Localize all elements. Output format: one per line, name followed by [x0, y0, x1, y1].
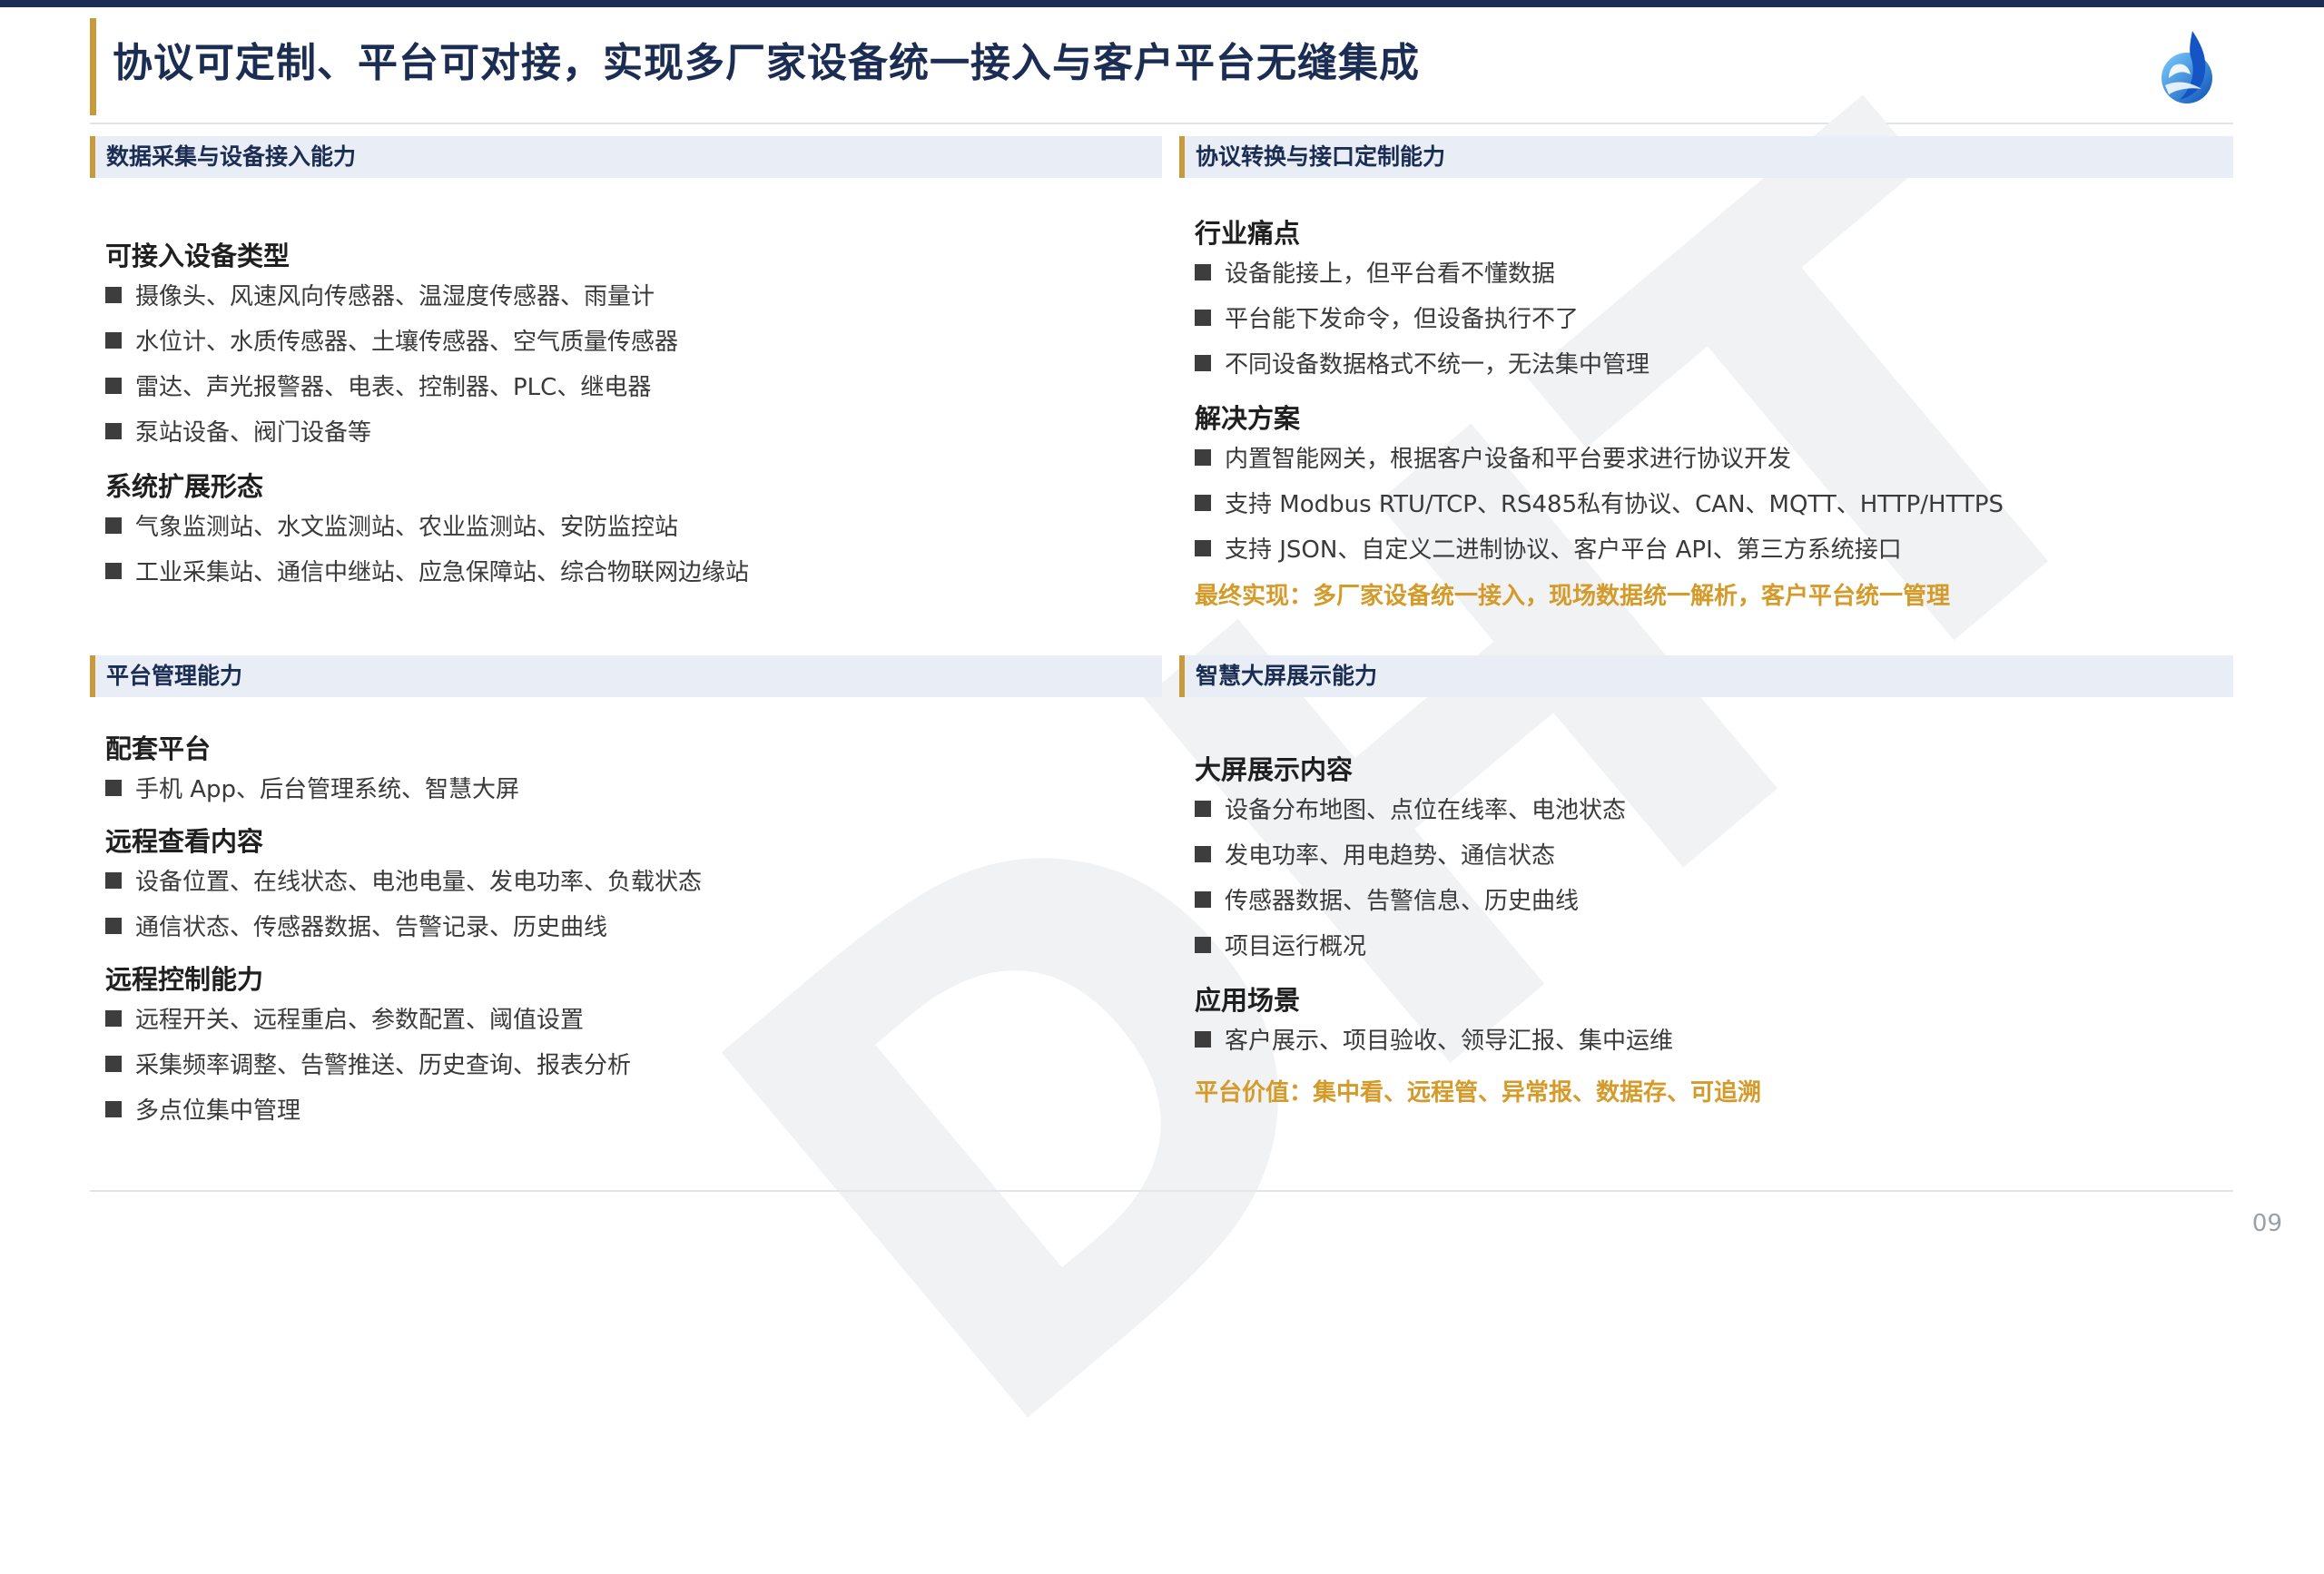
section-header-data-collection: 数据采集与设备接入能力 [90, 136, 1162, 178]
square-bullet-icon [105, 1101, 122, 1117]
square-bullet-icon [1195, 355, 1211, 371]
square-bullet-icon [105, 1056, 122, 1072]
square-bullet-icon [1195, 495, 1211, 511]
square-bullet-icon [105, 332, 122, 349]
list-item: 摄像头、风速风向传感器、温湿度传感器、雨量计 [105, 274, 749, 320]
section-header-protocol: 协议转换与接口定制能力 [1179, 136, 2233, 178]
list-item: 设备分布地图、点位在线率、电池状态 [1195, 788, 1761, 833]
list-item: 内置智能网关，根据客户设备和平台要求进行协议开发 [1195, 437, 2004, 482]
dashboard-highlight: 平台价值：集中看、远程管、异常报、数据存、可追溯 [1195, 1079, 1762, 1107]
subhead-remote-control: 远程控制能力 [105, 964, 264, 995]
list-item: 传感器数据、告警信息、历史曲线 [1195, 879, 1761, 924]
list-item: 多点位集中管理 [105, 1088, 702, 1134]
subhead-application-scenarios: 应用场景 [1195, 985, 1301, 1016]
subhead-device-types: 可接入设备类型 [105, 241, 290, 271]
page-title: 协议可定制、平台可对接，实现多厂家设备统一接入与客户平台无缝集成 [113, 40, 1420, 86]
square-bullet-icon [1195, 801, 1211, 817]
page-number: 09 [2251, 1210, 2282, 1237]
list-item: 水位计、水质传感器、土壤传感器、空气质量传感器 [105, 320, 749, 365]
data-collection-content: 可接入设备类型 摄像头、风速风向传感器、温湿度传感器、雨量计 水位计、水质传感器… [105, 238, 749, 595]
section-header-platform: 平台管理能力 [90, 655, 1162, 697]
list-item: 采集频率调整、告警推送、历史查询、报表分析 [105, 1043, 702, 1088]
list-item: 工业采集站、通信中继站、应急保障站、综合物联网边缘站 [105, 550, 749, 595]
section-header-dashboard: 智慧大屏展示能力 [1179, 655, 2233, 697]
square-bullet-icon [105, 287, 122, 303]
list-item: 项目运行概况 [1195, 924, 1761, 969]
square-bullet-icon [105, 423, 122, 439]
title-accent-bar [90, 18, 96, 115]
square-bullet-icon [1195, 891, 1211, 908]
list-item: 泵站设备、阀门设备等 [105, 410, 749, 456]
title-divider [90, 123, 2233, 124]
list-item: 通信状态、传感器数据、告警记录、历史曲线 [105, 905, 702, 950]
subhead-supporting-platform: 配套平台 [105, 733, 212, 764]
list-item: 设备位置、在线状态、电池电量、发电功率、负载状态 [105, 860, 702, 905]
list-item: 客户展示、项目验收、领导汇报、集中运维 [1195, 1018, 1761, 1064]
list-item: 支持 Modbus RTU/TCP、RS485私有协议、CAN、MQTT、HTT… [1195, 482, 2004, 527]
company-logo-icon [2162, 31, 2212, 103]
square-bullet-icon [1195, 540, 1211, 556]
list-item: 支持 JSON、自定义二进制协议、客户平台 API、第三方系统接口 [1195, 527, 2004, 573]
square-bullet-icon [105, 780, 122, 796]
dashboard-content: 大屏展示内容 设备分布地图、点位在线率、电池状态 发电功率、用电趋势、通信状态 … [1195, 752, 1761, 1111]
square-bullet-icon [1195, 264, 1211, 280]
top-accent-bar [0, 0, 2324, 7]
list-item: 发电功率、用电趋势、通信状态 [1195, 833, 1761, 879]
square-bullet-icon [105, 872, 122, 889]
subhead-solution: 解决方案 [1195, 403, 1301, 434]
list-item: 平台能下发命令，但设备执行不了 [1195, 297, 2004, 342]
footer-divider [90, 1190, 2233, 1192]
list-item: 气象监测站、水文监测站、农业监测站、安防监控站 [105, 505, 749, 550]
square-bullet-icon [1195, 846, 1211, 862]
square-bullet-icon [105, 1010, 122, 1027]
list-item: 手机 App、后台管理系统、智慧大屏 [105, 767, 702, 812]
list-item: 不同设备数据格式不统一，无法集中管理 [1195, 342, 2004, 388]
platform-content: 配套平台 手机 App、后台管理系统、智慧大屏 远程查看内容 设备位置、在线状态… [105, 731, 702, 1134]
subhead-remote-view: 远程查看内容 [105, 826, 264, 857]
square-bullet-icon [1195, 310, 1211, 326]
square-bullet-icon [1195, 937, 1211, 953]
subhead-system-extension: 系统扩展形态 [105, 471, 264, 502]
list-item: 雷达、声光报警器、电表、控制器、PLC、继电器 [105, 365, 749, 410]
square-bullet-icon [105, 517, 122, 534]
subhead-pain-points: 行业痛点 [1195, 218, 1301, 249]
protocol-highlight: 最终实现：多厂家设备统一接入，现场数据统一解析，客户平台统一管理 [1195, 583, 1951, 610]
list-item: 设备能接上，但平台看不懂数据 [1195, 251, 2004, 297]
square-bullet-icon [105, 563, 122, 579]
protocol-content: 行业痛点 设备能接上，但平台看不懂数据 平台能下发命令，但设备执行不了 不同设备… [1195, 215, 2004, 615]
list-item: 远程开关、远程重启、参数配置、阈值设置 [105, 998, 702, 1043]
subhead-display-content: 大屏展示内容 [1195, 754, 1354, 785]
square-bullet-icon [105, 918, 122, 934]
square-bullet-icon [105, 378, 122, 394]
square-bullet-icon [1195, 1031, 1211, 1048]
square-bullet-icon [1195, 449, 1211, 466]
